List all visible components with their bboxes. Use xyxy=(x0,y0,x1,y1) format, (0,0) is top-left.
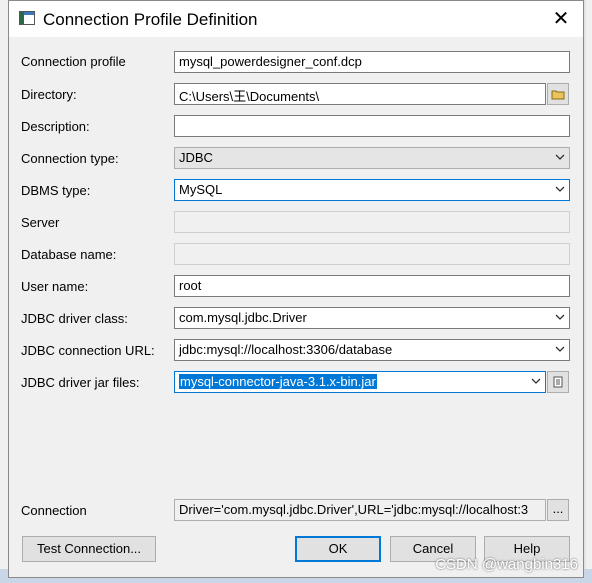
folder-icon xyxy=(551,90,565,100)
jdbc-driver-class-label: JDBC driver class: xyxy=(21,311,128,326)
dialog-title: Connection Profile Definition xyxy=(43,10,258,29)
directory-input[interactable]: C:\Users\王\Documents\ xyxy=(174,83,546,105)
chevron-down-icon xyxy=(531,377,541,385)
connection-profile-dialog: Connection Profile Definition ✕ Connecti… xyxy=(8,0,584,578)
jdbc-connection-url-label: JDBC connection URL: xyxy=(21,343,155,358)
connection-type-label: Connection type: xyxy=(21,151,119,166)
connection-label: Connection xyxy=(21,503,87,518)
database-name-input[interactable] xyxy=(174,243,570,265)
chevron-down-icon xyxy=(555,153,565,161)
app-icon xyxy=(19,11,35,25)
browse-jar-files-button[interactable] xyxy=(547,371,569,393)
connection-string-field[interactable]: Driver='com.mysql.jdbc.Driver',URL='jdbc… xyxy=(174,499,546,521)
test-connection-button[interactable]: Test Connection... xyxy=(22,536,156,562)
server-input[interactable] xyxy=(174,211,570,233)
file-list-icon xyxy=(553,376,563,388)
dbms-type-label: DBMS type: xyxy=(21,183,91,198)
chevron-down-icon xyxy=(555,185,565,193)
connection-type-select[interactable]: JDBC xyxy=(174,147,570,169)
dbms-type-select[interactable]: MySQL xyxy=(174,179,570,201)
connection-profile-label: Connection profile xyxy=(21,54,126,69)
selected-jar-text: mysql-connector-java-3.1.x-bin.jar xyxy=(179,374,377,389)
server-label: Server xyxy=(21,215,60,230)
user-name-label: User name: xyxy=(21,279,89,294)
directory-label: Directory: xyxy=(21,87,77,102)
browse-directory-button[interactable] xyxy=(547,83,569,105)
title-bar: Connection Profile Definition ✕ xyxy=(9,1,583,37)
description-input[interactable] xyxy=(174,115,570,137)
connection-ellipsis-button[interactable]: ... xyxy=(547,499,569,521)
description-label: Description: xyxy=(21,119,90,134)
background-app-right xyxy=(586,0,592,583)
connection-profile-input[interactable]: mysql_powerdesigner_conf.dcp xyxy=(174,51,570,73)
close-icon[interactable]: ✕ xyxy=(549,7,573,31)
chevron-down-icon xyxy=(555,345,565,353)
user-name-input[interactable]: root xyxy=(174,275,570,297)
ok-button[interactable]: OK xyxy=(295,536,381,562)
jdbc-driver-class-select[interactable]: com.mysql.jdbc.Driver xyxy=(174,307,570,329)
watermark: CSDN @wangbin316 xyxy=(435,556,578,573)
chevron-down-icon xyxy=(555,313,565,321)
jdbc-connection-url-select[interactable]: jdbc:mysql://localhost:3306/database xyxy=(174,339,570,361)
jdbc-driver-jar-files-select[interactable]: mysql-connector-java-3.1.x-bin.jar xyxy=(174,371,546,393)
database-name-label: Database name: xyxy=(21,247,117,262)
jdbc-driver-jar-files-label: JDBC driver jar files: xyxy=(21,375,140,390)
